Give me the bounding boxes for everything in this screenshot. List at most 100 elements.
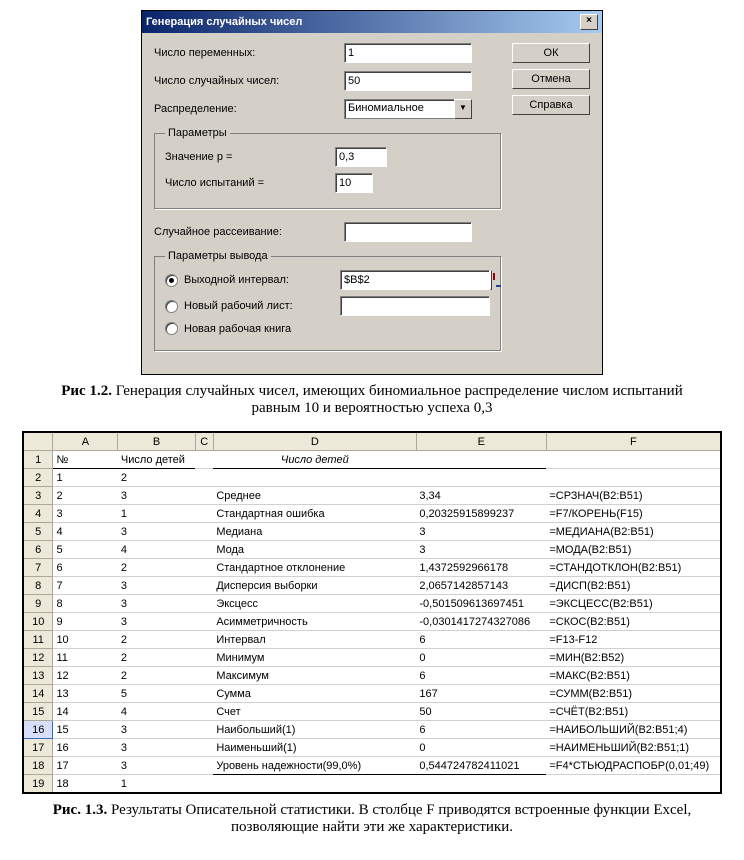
table-row[interactable]: 13122Максимум6=МАКС(B2:B51)	[23, 667, 721, 685]
cell[interactable]: Наибольший(1)	[213, 721, 416, 739]
cell[interactable]: 6	[416, 721, 546, 739]
cell[interactable]	[195, 757, 213, 775]
cell[interactable]	[546, 451, 721, 469]
cell[interactable]: =F7/КОРЕНЬ(F15)	[546, 505, 721, 523]
row-header[interactable]: 11	[23, 631, 53, 649]
cell[interactable]: 11	[53, 649, 118, 667]
cell[interactable]: 4	[118, 541, 195, 559]
cell[interactable]: 18	[53, 775, 118, 794]
cell[interactable]: Число детей	[213, 451, 416, 469]
cell[interactable]: Минимум	[213, 649, 416, 667]
cell[interactable]: 2	[118, 631, 195, 649]
cell[interactable]: =СРЗНАЧ(B2:B51)	[546, 487, 721, 505]
cell[interactable]: 3	[118, 613, 195, 631]
col-header-E[interactable]: E	[416, 432, 546, 451]
col-header-B[interactable]: B	[118, 432, 195, 451]
col-header-F[interactable]: F	[546, 432, 721, 451]
row-header[interactable]: 4	[23, 505, 53, 523]
cell[interactable]: 2	[118, 559, 195, 577]
cell[interactable]: 0	[416, 649, 546, 667]
table-row[interactable]: 14135Сумма167=СУММ(B2:B51)	[23, 685, 721, 703]
row-header[interactable]: 7	[23, 559, 53, 577]
close-icon[interactable]: ×	[580, 14, 598, 30]
cell[interactable]	[195, 487, 213, 505]
num-vars-input[interactable]	[344, 43, 472, 63]
new-sheet-input[interactable]	[340, 296, 490, 316]
row-header[interactable]: 8	[23, 577, 53, 595]
cell[interactable]: 17	[53, 757, 118, 775]
corner-cell[interactable]	[23, 432, 53, 451]
cell[interactable]: 3	[416, 541, 546, 559]
cell[interactable]: 6	[416, 667, 546, 685]
cell[interactable]: =НАИБОЛЬШИЙ(B2:B51;4)	[546, 721, 721, 739]
cell[interactable]: 4	[118, 703, 195, 721]
cell[interactable]: 3	[118, 739, 195, 757]
distribution-select[interactable]: Биномиальное ▼	[344, 99, 472, 119]
cell[interactable]: 16	[53, 739, 118, 757]
table-row[interactable]: 762Стандартное отклонение1,4372592966178…	[23, 559, 721, 577]
row-header[interactable]: 2	[23, 469, 53, 487]
row-header[interactable]: 18	[23, 757, 53, 775]
help-button[interactable]: Справка	[512, 95, 590, 115]
cell[interactable]: Асимметричность	[213, 613, 416, 631]
table-row[interactable]: 19181	[23, 775, 721, 794]
cell[interactable]: 3	[118, 487, 195, 505]
cell[interactable]: Среднее	[213, 487, 416, 505]
cell[interactable]: 1	[53, 469, 118, 487]
cell[interactable]: Счет	[213, 703, 416, 721]
cell[interactable]	[213, 469, 416, 487]
cell[interactable]: 3	[118, 523, 195, 541]
cell[interactable]	[195, 559, 213, 577]
table-row[interactable]: 983Эксцесс-0,501509613697451=ЭКСЦЕСС(B2:…	[23, 595, 721, 613]
row-header[interactable]: 17	[23, 739, 53, 757]
cell[interactable]: 3,34	[416, 487, 546, 505]
cell[interactable]: =МИН(B2:B52)	[546, 649, 721, 667]
cell[interactable]: 167	[416, 685, 546, 703]
cell[interactable]: 3	[118, 757, 195, 775]
cell[interactable]	[546, 469, 721, 487]
cell[interactable]: 4	[53, 523, 118, 541]
row-header[interactable]: 10	[23, 613, 53, 631]
table-row[interactable]: 323Среднее3,34=СРЗНАЧ(B2:B51)	[23, 487, 721, 505]
ok-button[interactable]: ОК	[512, 43, 590, 63]
table-row[interactable]: 15144Счет50=СЧЁТ(B2:B51)	[23, 703, 721, 721]
table-row[interactable]: 654Мода3=МОДА(B2:B51)	[23, 541, 721, 559]
cell[interactable]	[195, 739, 213, 757]
cell[interactable]: Число детей	[118, 451, 195, 469]
cell[interactable]: =СЧЁТ(B2:B51)	[546, 703, 721, 721]
cell[interactable]: 0,20325915899237	[416, 505, 546, 523]
cell[interactable]: 3	[416, 523, 546, 541]
cell[interactable]	[195, 703, 213, 721]
cell[interactable]: Сумма	[213, 685, 416, 703]
table-row[interactable]: 212	[23, 469, 721, 487]
new-sheet-radio[interactable]	[165, 300, 178, 313]
cell[interactable]	[195, 505, 213, 523]
table-row[interactable]: 17163Наименьший(1)0=НАИМЕНЬШИЙ(B2:B51;1)	[23, 739, 721, 757]
cell[interactable]: Уровень надежности(99,0%)	[213, 757, 416, 775]
cell[interactable]	[195, 649, 213, 667]
cell[interactable]	[195, 721, 213, 739]
cell[interactable]	[213, 775, 416, 794]
cell[interactable]: 2,0657142857143	[416, 577, 546, 595]
cell[interactable]: 1,4372592966178	[416, 559, 546, 577]
cell[interactable]: №	[53, 451, 118, 469]
cell[interactable]: 1	[118, 775, 195, 794]
dialog-titlebar[interactable]: Генерация случайных чисел ×	[142, 11, 602, 33]
cell[interactable]: -0,501509613697451	[416, 595, 546, 613]
table-row[interactable]: 18173Уровень надежности(99,0%)0,54472478…	[23, 757, 721, 775]
cell[interactable]: =F4*СТЬЮДРАСПОБР(0,01;49)	[546, 757, 721, 775]
cell[interactable]: 9	[53, 613, 118, 631]
refedit-icon[interactable]	[490, 270, 492, 290]
row-header[interactable]: 3	[23, 487, 53, 505]
cell[interactable]: 6	[416, 631, 546, 649]
cell[interactable]: 14	[53, 703, 118, 721]
cell[interactable]: 0	[416, 739, 546, 757]
cell[interactable]: 3	[118, 721, 195, 739]
output-range-input[interactable]	[340, 270, 490, 290]
new-book-radio[interactable]	[165, 322, 178, 335]
spreadsheet[interactable]: A B C D E F 1№Число детейЧисло детей2123…	[22, 431, 722, 794]
cell[interactable]	[195, 631, 213, 649]
cell[interactable]: =НАИМЕНЬШИЙ(B2:B51;1)	[546, 739, 721, 757]
cell[interactable]: =МАКС(B2:B51)	[546, 667, 721, 685]
cell[interactable]: =СКОС(B2:B51)	[546, 613, 721, 631]
